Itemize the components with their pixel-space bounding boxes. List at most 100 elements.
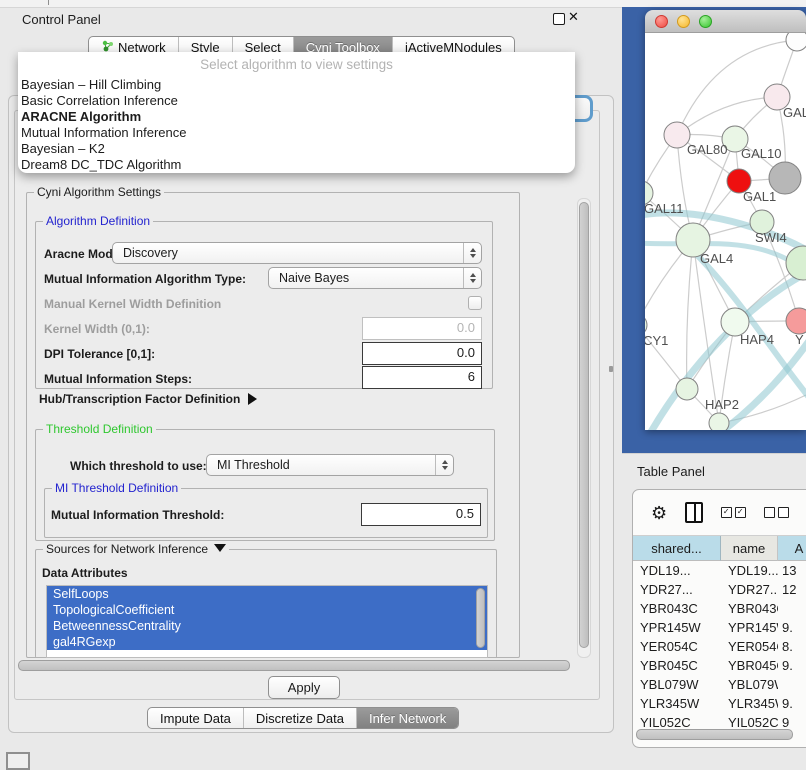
stepper-icon (463, 243, 481, 263)
settings-hscroll-thumb[interactable] (18, 660, 570, 671)
mi-algorithm-type-select[interactable]: Naive Bayes (268, 267, 482, 289)
network-view[interactable]: GALGAL80GAL10GAL1GAL11GAL4SWI4GCY1HAP4YH… (645, 33, 806, 430)
settings-vertical-scrollbar[interactable] (577, 198, 591, 658)
table-row[interactable]: YBR043CYBR043C (633, 599, 806, 618)
table-cell: YBL079W (721, 675, 778, 694)
algorithm-option[interactable]: Mutual Information Inference (18, 125, 575, 141)
table-cell: YDL19... (633, 561, 721, 580)
network-node-label: GAL (783, 105, 806, 120)
window-zoom-icon[interactable] (699, 15, 712, 28)
network-node-label: Y (795, 332, 804, 347)
mi-threshold-label: Mutual Information Threshold: (51, 508, 224, 522)
algorithm-option[interactable]: Bayesian – Hill Climbing (18, 77, 575, 93)
control-panel-title: Control Panel (22, 12, 101, 27)
table-cell: 8. (778, 637, 806, 656)
threshold-definition-legend: Threshold Definition (43, 422, 156, 436)
column-header[interactable]: name (721, 536, 778, 561)
mi-steps-field[interactable]: 6 (362, 366, 482, 389)
algorithm-definition-group: Algorithm Definition Aracne Mode: Discov… (35, 221, 493, 389)
split-table-icon[interactable] (685, 502, 703, 523)
table-row[interactable]: YIL052CYIL052C9 (633, 713, 806, 727)
table-cell (778, 599, 806, 618)
algorithm-definition-legend: Algorithm Definition (43, 214, 153, 228)
table-row[interactable]: YBL079WYBL079W (633, 675, 806, 694)
network-node[interactable] (786, 33, 806, 51)
kernel-width-field[interactable]: 0.0 (362, 317, 482, 340)
top-strip-tick (48, 0, 49, 5)
aracne-mode-select[interactable]: Discovery (112, 242, 482, 264)
table-cell: YIL052C (633, 713, 721, 727)
table-toolbar: ⚙ ✓✓ (633, 490, 806, 536)
apply-button[interactable]: Apply (268, 676, 340, 699)
settings-vscroll-thumb[interactable] (579, 202, 589, 648)
table-hscroll-thumb[interactable] (636, 729, 793, 740)
float-panel-icon[interactable] (553, 13, 565, 25)
network-node-label: HAP2 (705, 397, 739, 412)
gear-icon[interactable]: ⚙ (651, 504, 667, 522)
data-attribute-item[interactable]: TopologicalCoefficient (47, 602, 487, 618)
table-cell: YDR27... (633, 580, 721, 599)
algorithm-option[interactable]: Bayesian – K2 (18, 141, 575, 157)
kernel-width-label: Kernel Width (0,1): (44, 322, 150, 336)
column-header[interactable]: A (778, 536, 806, 561)
hub-definition-toggle[interactable]: Hub/Transcription Factor Definition (39, 392, 257, 406)
table-cell: 9 (778, 713, 806, 727)
table-cell: YLR345W (633, 694, 721, 713)
select-all-icon[interactable]: ✓✓ (721, 507, 746, 518)
data-attribute-item[interactable]: SelfLoops (47, 586, 487, 602)
algorithm-option[interactable]: ARACNE Algorithm (18, 109, 575, 125)
window-minimize-icon[interactable] (677, 15, 690, 28)
manual-kernel-width-label: Manual Kernel Width Definition (44, 297, 221, 311)
network-node-label: GAL10 (741, 146, 781, 161)
table-cell: YER054C (633, 637, 721, 656)
network-node[interactable] (786, 308, 806, 334)
network-node[interactable] (786, 246, 806, 280)
table-row[interactable]: YLR345WYLR345W9. (633, 694, 806, 713)
settings-horizontal-scrollbar[interactable] (16, 659, 594, 671)
table-horizontal-scrollbar[interactable] (635, 728, 806, 740)
algorithm-option[interactable]: Dream8 DC_TDC Algorithm (18, 157, 575, 173)
table-panel-titlebar: Table Panel (622, 453, 806, 489)
table-cell: YBL079W (633, 675, 721, 694)
tab-impute-data[interactable]: Impute Data (148, 708, 243, 728)
table-row[interactable]: YER054CYER054C8. (633, 637, 806, 656)
table-cell: YDL19... (721, 561, 778, 580)
deselect-all-icon[interactable] (764, 507, 789, 518)
tab-infer-network[interactable]: Infer Network (356, 708, 458, 728)
table-cell: YIL052C (721, 713, 778, 727)
column-header[interactable]: shared... (633, 536, 721, 561)
table-cell: YBR045C (721, 656, 778, 675)
network-node-label: GAL11 (645, 201, 684, 216)
table-cell: 9. (778, 656, 806, 675)
dock-panel-icon[interactable] (6, 752, 30, 770)
network-node[interactable] (676, 378, 698, 400)
attributes-scrollbar-thumb[interactable] (476, 588, 485, 648)
dpi-tolerance-label: DPI Tolerance [0,1]: (44, 347, 155, 361)
sources-legend: Sources for Network Inference (43, 542, 229, 556)
data-attribute-item[interactable]: gal4RGexp (47, 634, 487, 650)
table-row[interactable]: YDL19...YDL19...13 (633, 561, 806, 580)
dpi-tolerance-field[interactable]: 0.0 (362, 342, 482, 365)
network-node[interactable] (709, 413, 729, 430)
table-cell: 12 (778, 580, 806, 599)
table-row[interactable]: YDR27...YDR27...12 (633, 580, 806, 599)
network-node-label: GAL4 (700, 251, 733, 266)
network-node-label: GCY1 (645, 333, 668, 348)
table-row[interactable]: YBR045CYBR045C9. (633, 656, 806, 675)
algorithm-option[interactable]: Basic Correlation Inference (18, 93, 575, 109)
close-panel-icon[interactable]: ✕ (568, 9, 579, 25)
tab-discretize-data[interactable]: Discretize Data (243, 708, 356, 728)
threshold-definition-group: Threshold Definition Which threshold to … (35, 429, 495, 541)
mi-threshold-field[interactable]: 0.5 (361, 503, 481, 526)
table-cell: YBR043C (633, 599, 721, 618)
window-close-icon[interactable] (655, 15, 668, 28)
data-attribute-item[interactable]: BetweennessCentrality (47, 618, 487, 634)
network-node-label: GAL1 (743, 189, 776, 204)
table-row[interactable]: YPR145WYPR145W9. (633, 618, 806, 637)
manual-kernel-width-checkbox[interactable] (468, 296, 482, 310)
stepper-icon (463, 268, 481, 288)
which-threshold-select[interactable]: MI Threshold (206, 454, 454, 476)
panel-divider-handle[interactable] (609, 366, 613, 372)
table-cell: YER054C (721, 637, 778, 656)
cyni-settings-legend: Cyni Algorithm Settings (34, 185, 164, 199)
